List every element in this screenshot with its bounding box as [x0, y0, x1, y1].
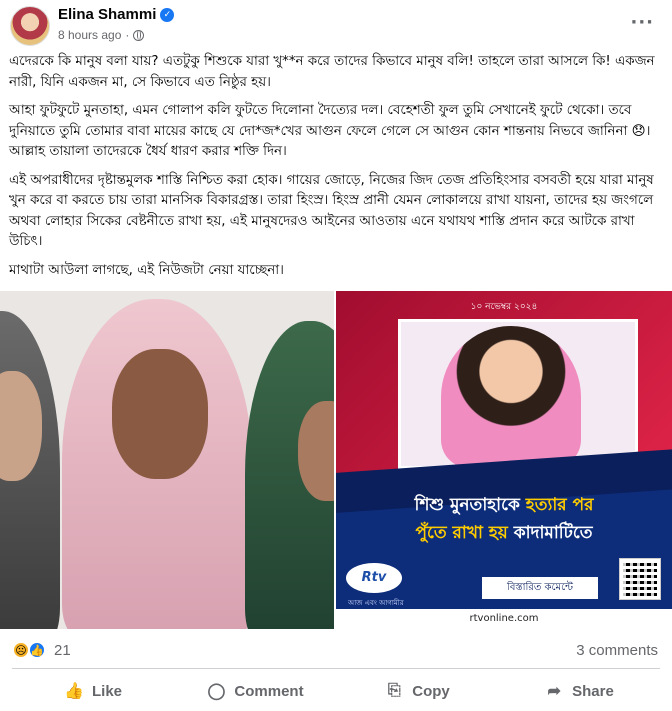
post-paragraph: এদেরকে কি মানুষ বলা যায়? এতটুকু শিশুকে …	[9, 54, 655, 90]
author-row: Elina Shammi ✓	[58, 6, 175, 23]
like-label: Like	[91, 682, 122, 700]
thumbs-up-icon: 👍	[64, 683, 84, 700]
reaction-summary[interactable]: ☹ 👍 21	[12, 641, 71, 659]
news-site-url: rtvonline.com	[336, 609, 672, 629]
post-paragraph: এই অপরাধীদের দৃষ্টান্তমুলক শাস্তি নিশ্চি…	[9, 172, 654, 250]
comment-label: Comment	[234, 682, 304, 700]
avatar[interactable]	[10, 6, 50, 46]
copy-link-icon: ⎘	[387, 682, 401, 699]
post-paragraph: মাথাটা আউলা লাগছে, এই নিউজটা নেয়া যাচ্ছ…	[9, 262, 284, 278]
copy-button[interactable]: ⎘ Copy	[336, 674, 498, 708]
post-timestamp[interactable]: 8 hours ago	[58, 28, 121, 42]
rtv-tagline: আজ এবং আগামীর	[348, 599, 404, 607]
public-globe-icon	[133, 29, 145, 41]
details-in-comment-label: বিস্তারিত কমেন্টে	[482, 577, 598, 599]
child-photo	[441, 326, 581, 468]
more-options-button[interactable]: ···	[630, 12, 654, 33]
like-button[interactable]: 👍 Like	[12, 674, 174, 708]
news-date: ১০ নভেম্বর ২০২৪	[470, 302, 538, 312]
headline-part: কাদামাটিতে	[513, 523, 593, 543]
action-bar: 👍 Like ◯ Comment ⎘ Copy ➦ Share	[12, 674, 660, 708]
news-headline-line1: শিশু মুনতাহাকে হত্যার পর	[336, 491, 672, 519]
post-header: Elina Shammi ✓ 8 hours ago · ···	[8, 4, 664, 46]
comment-bubble-icon: ◯	[207, 683, 226, 700]
rtv-logo: Rtv	[346, 563, 402, 593]
woman-center-face	[112, 349, 208, 479]
qr-code-icon	[619, 558, 661, 600]
headline-accent: পুঁতে রাখা হয়	[415, 523, 514, 543]
child-photo-frame	[398, 319, 638, 469]
share-button[interactable]: ➦ Share	[498, 674, 660, 708]
headline-part: শিশু মুনতাহাকে	[414, 495, 526, 515]
post-text: এদেরকে কি মানুষ বলা যায়? এতটুকু শিশুকে …	[9, 52, 661, 289]
divider	[12, 668, 660, 669]
share-arrow-icon: ➦	[547, 683, 561, 700]
post-paragraph: আহা ফুটফুটে মুনতাহা, এমন গোলাপ কলি ফুটতে…	[9, 103, 651, 159]
author-name[interactable]: Elina Shammi	[58, 6, 156, 23]
meta-separator: ·	[125, 28, 130, 42]
post-meta: 8 hours ago ·	[58, 28, 145, 42]
news-headline-line2: পুঁতে রাখা হয় কাদামাটিতে	[336, 519, 672, 547]
verified-badge-icon: ✓	[160, 7, 175, 22]
copy-label: Copy	[412, 682, 450, 700]
like-reaction-icon: 👍	[28, 641, 46, 659]
more-horizontal-icon: ···	[630, 12, 654, 33]
share-label: Share	[572, 682, 614, 700]
comments-count[interactable]: 3 comments	[576, 642, 658, 659]
news-card-image[interactable]: ১০ নভেম্বর ২০২৪ শিশু মুনতাহাকে হত্যার পর…	[336, 291, 672, 629]
comment-button[interactable]: ◯ Comment	[174, 674, 336, 708]
headline-accent: হত্যার পর	[525, 495, 594, 515]
facebook-post: Elina Shammi ✓ 8 hours ago · ··· এদেরকে …	[0, 0, 672, 711]
photo-three-women[interactable]	[0, 291, 334, 629]
reaction-count[interactable]: 21	[54, 642, 71, 659]
post-media: ১০ নভেম্বর ২০২৪ শিশু মুনতাহাকে হত্যার পর…	[0, 291, 672, 629]
